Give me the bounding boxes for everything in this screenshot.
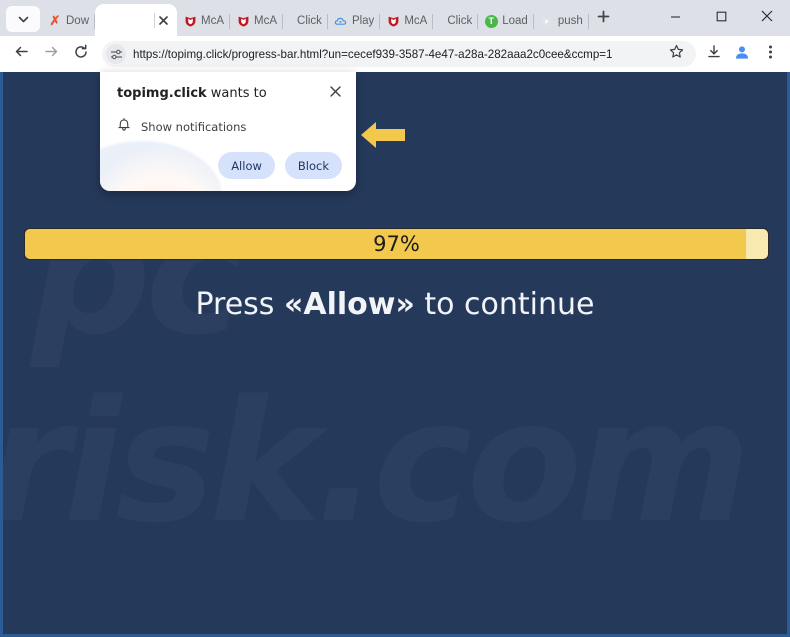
tab-label: McA (254, 15, 278, 27)
profile-button[interactable] (728, 40, 756, 68)
three-dot-menu-icon (768, 44, 773, 65)
address-bar-actions (662, 41, 690, 67)
tab-label: Load (502, 15, 528, 27)
progress-percent-label: 97% (373, 232, 420, 256)
window-controls (652, 0, 790, 36)
minimize-icon (670, 9, 681, 27)
profile-avatar-icon (734, 44, 750, 65)
tab-divider (587, 14, 589, 29)
download-icon (706, 44, 722, 65)
watermark-line-2: risk.com (3, 378, 745, 546)
chrome-menu-button[interactable] (756, 40, 784, 68)
progress-bar: 97% (24, 228, 769, 260)
notification-permission-dialog: topimg.click wants to Show notifications… (100, 72, 356, 191)
permission-title-suffix: wants to (206, 86, 267, 101)
permission-origin: topimg.click (117, 86, 207, 101)
site-settings-icon[interactable] (106, 44, 126, 64)
tab-label: Click (297, 15, 322, 27)
permission-dialog-buttons: Allow Block (218, 152, 342, 179)
tab-play[interactable]: Play (328, 6, 381, 36)
back-arrow-icon (13, 43, 30, 65)
tab-close-icon[interactable] (155, 12, 171, 28)
back-button[interactable] (6, 39, 36, 69)
cloud-play-icon (334, 14, 348, 28)
allow-button[interactable]: Allow (218, 152, 275, 179)
tab-click-2[interactable]: Click (433, 6, 479, 36)
tab-label: Click (447, 15, 473, 27)
permission-dialog-title: topimg.click wants to (117, 86, 267, 101)
maximize-icon (716, 9, 727, 27)
green-t-icon: T (484, 14, 498, 28)
permission-request-label: Show notifications (141, 120, 247, 134)
tab-mcafee-1[interactable]: McA (177, 6, 231, 36)
bell-icon (117, 117, 131, 137)
chevron-down-icon (18, 14, 29, 25)
forward-arrow-icon (43, 43, 60, 65)
tab-search-button[interactable] (6, 6, 40, 32)
browser-toolbar: https://topimg.click/progress-bar.html?u… (0, 36, 790, 72)
play-circle-icon (540, 14, 554, 28)
reload-button[interactable] (66, 39, 96, 69)
tab-click-1[interactable]: Click (283, 6, 328, 36)
tab-dow[interactable]: ✗ Dow (42, 6, 96, 36)
address-bar[interactable]: https://topimg.click/progress-bar.html?u… (102, 41, 696, 67)
tab-label: McA (404, 15, 428, 27)
cta-prefix: Press (195, 287, 284, 322)
mcafee-shield-icon (236, 14, 250, 28)
tab-label: Play (351, 15, 375, 27)
call-to-action-text: Press «Allow» to continue (3, 287, 787, 322)
tab-mcafee-3[interactable]: McA (380, 6, 434, 36)
tab-active-progress-bar[interactable] (95, 4, 178, 36)
browser-window: ✗ Dow McA McA Click Play McA Click T Loa… (0, 0, 790, 637)
x-logo-icon: ✗ (49, 13, 61, 28)
tab-strip: ✗ Dow McA McA Click Play McA Click T Loa… (0, 0, 790, 36)
tab-mcafee-2[interactable]: McA (230, 6, 284, 36)
close-icon (329, 84, 341, 102)
star-icon (669, 44, 684, 64)
downloads-button[interactable] (700, 40, 728, 68)
tab-push[interactable]: push (534, 6, 589, 36)
window-minimize-button[interactable] (652, 0, 698, 36)
window-close-button[interactable] (744, 0, 790, 36)
plus-icon (597, 10, 610, 28)
watermark-line-1: pc (31, 190, 239, 358)
new-tab-button[interactable] (591, 6, 617, 32)
decorative-blob (100, 141, 222, 191)
window-maximize-button[interactable] (698, 0, 744, 36)
tab-label: push (557, 15, 583, 27)
tab-divider (154, 13, 156, 28)
block-button[interactable]: Block (284, 152, 342, 179)
permission-request-row: Show notifications (117, 117, 246, 137)
cta-suffix: to continue (414, 287, 595, 322)
cta-emphasis: «Allow» (283, 287, 415, 322)
tab-label: McA (201, 15, 225, 27)
mcafee-shield-icon (183, 14, 197, 28)
left-arrow-icon (358, 119, 408, 151)
tab-load[interactable]: T Load (478, 6, 534, 36)
permission-dialog-close-button[interactable] (326, 84, 344, 102)
url-text[interactable]: https://topimg.click/progress-bar.html?u… (133, 48, 613, 61)
forward-button[interactable] (36, 39, 66, 69)
mcafee-shield-icon (386, 14, 400, 28)
reload-icon (73, 44, 89, 65)
tab-label: Dow (66, 15, 90, 27)
bookmark-star-button[interactable] (662, 41, 690, 67)
close-icon (761, 9, 773, 27)
